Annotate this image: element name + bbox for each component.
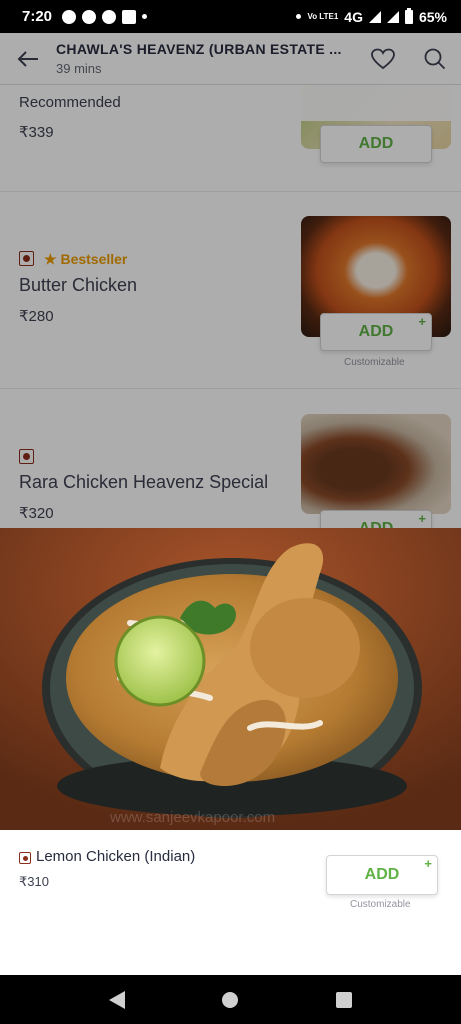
more-notifications-icon: [142, 14, 148, 19]
section-title: Recommended: [0, 85, 461, 121]
signal-icon-2: [386, 10, 399, 23]
item-name: Rara Chicken Heavenz Special: [19, 472, 269, 492]
item-details-sheet: Lemon Chicken (Indian) ₹310 ADD + Custom…: [0, 830, 461, 975]
menu-item: Rara Chicken Heavenz Special ₹320 ADD +: [0, 389, 461, 528]
network-type: 4G: [344, 8, 363, 25]
add-button[interactable]: ADD: [320, 125, 432, 163]
search-icon: [424, 48, 446, 69]
add-label: ADD: [359, 520, 394, 528]
item-image: [301, 414, 451, 514]
heart-icon: [371, 48, 395, 69]
search-button[interactable]: [409, 33, 461, 85]
signal-icon: [368, 10, 381, 23]
bestseller-label: Bestseller: [60, 251, 128, 267]
favorite-button[interactable]: [357, 33, 409, 85]
nav-home-icon[interactable]: [222, 991, 239, 1008]
bestseller-badge: ★ Bestseller: [44, 251, 128, 267]
dot-icon: [296, 14, 302, 19]
add-button[interactable]: ADD +: [320, 313, 432, 351]
plus-icon: +: [418, 511, 426, 526]
dish-image: www.sanjeevkapoor.com: [0, 528, 461, 830]
restaurant-name: CHAWLA'S HEAVENZ (URBAN ESTATE ...: [56, 41, 342, 57]
volte-indicator: Vo LTE1: [307, 11, 339, 21]
messenger-icon: [102, 9, 117, 24]
whatsapp-icon: [62, 9, 77, 24]
nav-back-icon[interactable]: [108, 990, 125, 1009]
add-label: ADD: [358, 135, 394, 152]
back-arrow-icon: [17, 50, 38, 67]
add-button[interactable]: ADD +: [320, 510, 432, 528]
header-text: CHAWLA'S HEAVENZ (URBAN ESTATE ... 39 mi…: [56, 41, 357, 76]
item-price: ₹310: [19, 874, 49, 889]
customizable-label: Customizable: [344, 357, 405, 368]
non-veg-icon: [19, 449, 34, 464]
facebook-icon: [122, 9, 137, 24]
item-name: Lemon Chicken (Indian): [36, 848, 196, 865]
menu-item: ★ Bestseller Butter Chicken ₹280 ADD + C…: [0, 192, 461, 389]
non-veg-icon: [19, 251, 34, 266]
watermark: www.sanjeevkapoor.com: [110, 809, 276, 826]
add-label: ADD: [364, 866, 400, 883]
back-button[interactable]: [0, 33, 56, 85]
lemon-chicken-photo: [0, 528, 461, 830]
status-right: Vo LTE1 4G 65%: [296, 7, 447, 25]
nav-recents-icon[interactable]: [336, 991, 353, 1008]
non-veg-icon: [19, 852, 31, 864]
google-icon: [82, 9, 97, 24]
status-bar: 7:20 Vo LTE1 4G 65%: [0, 0, 461, 33]
battery-level: 65%: [418, 8, 447, 25]
item-price: ₹339: [19, 124, 54, 141]
notification-icons: [62, 9, 148, 24]
status-time: 7:20: [22, 8, 53, 25]
plus-icon: +: [424, 856, 432, 871]
plus-icon: +: [418, 314, 426, 329]
restaurant-menu: CHAWLA'S HEAVENZ (URBAN ESTATE ... 39 mi…: [0, 33, 461, 528]
app-header: CHAWLA'S HEAVENZ (URBAN ESTATE ... 39 mi…: [0, 33, 461, 85]
customizable-label: Customizable: [350, 899, 411, 910]
delivery-eta: 39 mins: [56, 61, 102, 76]
add-label: ADD: [358, 323, 394, 340]
item-name: Butter Chicken: [19, 275, 138, 295]
system-nav-bar: [0, 975, 461, 1024]
battery-icon: [404, 7, 413, 24]
add-button[interactable]: ADD +: [326, 855, 438, 895]
item-price: ₹320: [19, 505, 54, 522]
item-price: ₹280: [19, 308, 54, 325]
